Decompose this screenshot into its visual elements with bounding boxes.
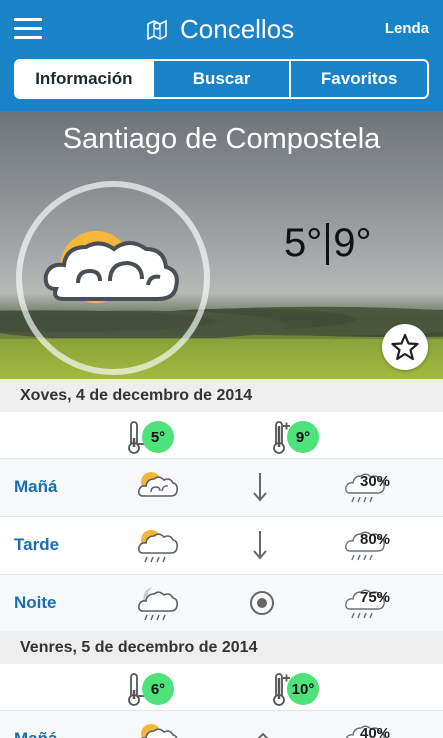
period-label: Noite xyxy=(14,593,57,612)
day-temps-row: 6° 10° xyxy=(0,664,443,710)
rain-percentage: 40% xyxy=(360,725,391,738)
wind-arrow-south-icon xyxy=(253,531,267,560)
day-header: Venres, 5 de decembro de 2014 xyxy=(0,631,443,664)
period-row[interactable]: Noite 75% xyxy=(0,574,443,632)
tab-buscar[interactable]: Buscar xyxy=(151,61,290,97)
max-temp: 10° xyxy=(271,672,319,706)
rain-percentage: 80% xyxy=(360,531,391,548)
min-temp-badge: 6° xyxy=(142,673,174,705)
period-row[interactable]: Mañá 30% xyxy=(0,458,443,516)
tab-favoritos[interactable]: Favoritos xyxy=(289,61,427,97)
sun-cloud-icon xyxy=(141,724,178,738)
calm-icon xyxy=(250,591,274,615)
period-label: Mañá xyxy=(14,477,58,496)
rain-probability: 80% xyxy=(344,527,404,567)
moon-cloud-rain-icon xyxy=(138,587,178,621)
min-temp: 5° xyxy=(126,420,174,454)
min-temp: 6° xyxy=(126,672,174,706)
hero-temperatures: 5° 9° xyxy=(284,221,372,266)
top-bar: Concellos Lenda Información Buscar Favor… xyxy=(0,0,443,111)
period-label: Tarde xyxy=(14,535,60,554)
sun-cloud-rain-icon xyxy=(138,530,178,563)
max-temp: 9° xyxy=(271,420,319,454)
city-name: Santiago de Compostela xyxy=(62,123,381,155)
rain-percentage: 75% xyxy=(360,589,391,606)
temp-separator xyxy=(326,222,330,265)
day-temps-row: 5° 9° xyxy=(0,412,443,458)
sun-cloud-icon xyxy=(138,472,178,497)
period-row[interactable]: Mañá 40% xyxy=(0,710,443,738)
max-temp-badge: 9° xyxy=(287,421,319,453)
hero-max-temp: 9° xyxy=(333,221,372,265)
add-favorite-button[interactable] xyxy=(382,324,428,370)
page-title: Concellos xyxy=(180,13,295,44)
wind-arrow-icon xyxy=(257,732,269,738)
menu-icon[interactable] xyxy=(14,18,42,40)
rain-probability: 30% xyxy=(344,469,404,509)
legend-button[interactable]: Lenda xyxy=(385,20,429,37)
period-row[interactable]: Tarde 80% xyxy=(0,516,443,574)
day-header: Xoves, 4 de decembro de 2014 xyxy=(0,379,443,412)
rain-percentage: 30% xyxy=(360,473,391,490)
rain-probability: 75% xyxy=(344,585,404,625)
tab-bar: Información Buscar Favoritos xyxy=(14,59,429,99)
min-temp-badge: 5° xyxy=(142,421,174,453)
max-temp-badge: 10° xyxy=(287,673,319,705)
hero-banner: Santiago de Compostela 5° 9° xyxy=(0,111,443,379)
wind-arrow-south-icon xyxy=(253,473,267,502)
tab-informacion[interactable]: Información xyxy=(16,61,152,97)
star-icon xyxy=(391,333,419,361)
map-pin-icon xyxy=(147,19,167,40)
period-label: Mañá xyxy=(14,729,57,738)
sun-cloud-icon xyxy=(43,229,179,305)
title-area: Concellos xyxy=(146,12,294,46)
rain-probability: 40% xyxy=(344,721,404,738)
app-screen: Concellos Lenda Información Buscar Favor… xyxy=(0,0,443,738)
hero-min-temp: 5° xyxy=(284,221,323,265)
